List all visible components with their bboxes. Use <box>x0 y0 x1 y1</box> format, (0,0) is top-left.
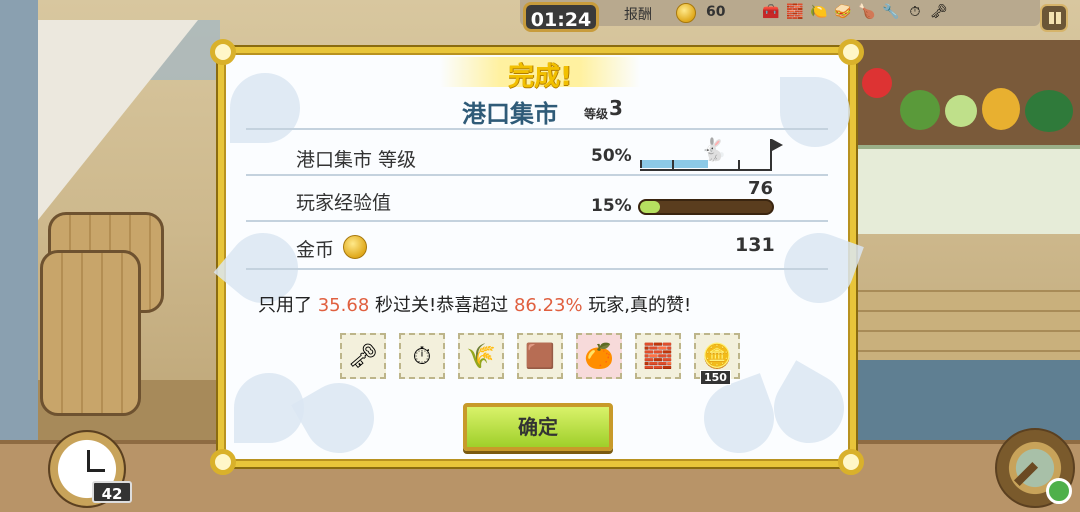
leaf-ornament <box>694 373 784 463</box>
coin-icon <box>676 3 696 23</box>
harbor-water <box>855 360 1080 440</box>
stall-cloth <box>855 145 1080 234</box>
brick-wall <box>855 290 1080 370</box>
message-text: 玩家,真的赞! <box>582 295 692 316</box>
progress-tick <box>738 160 740 169</box>
fruit-icon: 🍊 <box>576 333 622 379</box>
row-divider <box>246 174 828 176</box>
player-xp-value: 76 <box>748 178 774 199</box>
confirm-button[interactable]: 确定 <box>463 403 613 451</box>
brick-icon: 🧱 <box>635 333 681 379</box>
stopwatch-icon: ⏱ <box>909 4 921 20</box>
row-divider <box>246 128 828 130</box>
gold-coins-count: 150 <box>700 370 731 385</box>
market-level-progress <box>640 160 708 168</box>
gold-coins-glyph: 🪙 <box>702 342 732 370</box>
message-text: 秒过关!恭喜超过 <box>369 295 514 316</box>
key-icon: 🗝 <box>930 4 948 20</box>
rabbit-marker-icon: 🐇 <box>700 138 728 163</box>
leaf-ornament <box>761 360 857 456</box>
gold-coins-icon: 🪙 150 <box>694 333 740 385</box>
sail-canvas <box>38 20 198 220</box>
leaf-ornament <box>230 73 300 143</box>
clear-time: 35.68 <box>317 295 370 316</box>
bananas <box>982 88 1020 130</box>
gold-label: 金币 <box>296 239 335 261</box>
level-timer: 01:24 <box>523 2 599 32</box>
reward-item-list: 🗝 ⏱ 🌾 🟫 🍊 🧱 🪙 150 <box>340 333 740 385</box>
hud-item-list: 🧰 🧱 🍋 🥪 🍗 🔧 ⏱ 🗝 <box>760 3 950 21</box>
leaf-ornament <box>291 370 387 466</box>
hint-ready-indicator <box>1046 478 1072 504</box>
leaf-ornament <box>780 77 850 147</box>
corner-ornament <box>838 39 864 65</box>
location-level-label: 等级 <box>584 107 609 121</box>
tomatoes <box>862 68 892 98</box>
player-xp-fill <box>640 201 660 213</box>
key-icon: 🗝 <box>340 333 386 379</box>
clock-hand-icon <box>87 469 105 472</box>
corner-ornament <box>210 39 236 65</box>
market-level-percent: 50% <box>591 146 632 166</box>
reward-value: 60 <box>706 4 726 20</box>
player-xp-label: 玩家经验值 <box>296 192 392 214</box>
wrench-icon: 🔧 <box>882 4 900 20</box>
lemon-icon: 🍋 <box>810 4 828 20</box>
barrel <box>40 250 141 416</box>
cabbage <box>945 95 977 127</box>
toolbox-icon: 🧰 <box>762 4 780 20</box>
message-text: 只用了 <box>258 295 318 316</box>
watermelons <box>1025 90 1073 132</box>
corner-ornament <box>210 449 236 475</box>
clock-hint-count: 42 <box>92 481 132 503</box>
leather-icon: 🟫 <box>517 333 563 379</box>
reward-label: 报酬 <box>624 7 652 23</box>
complete-title: 完成! <box>508 62 572 92</box>
goal-flag-icon <box>772 139 783 151</box>
market-level-label: 港口集市 等级 <box>296 149 417 171</box>
brick-icon: 🧱 <box>786 4 804 20</box>
corner-ornament <box>838 449 864 475</box>
food-icon: 🥪 <box>834 4 852 20</box>
player-xp-percent: 15% <box>591 196 632 216</box>
row-divider <box>246 268 828 270</box>
cucumbers <box>900 90 940 130</box>
row-divider <box>246 220 828 222</box>
left-wall <box>0 0 38 512</box>
progress-tick <box>672 160 674 169</box>
pause-button[interactable] <box>1040 4 1068 32</box>
gold-value: 131 <box>735 234 775 256</box>
gold-coin-icon <box>343 235 367 259</box>
beat-percent: 86.23% <box>513 295 583 316</box>
player-xp-bar <box>638 199 774 215</box>
pocket-watch-icon: ⏱ <box>399 333 445 379</box>
location-name: 港口集市 <box>462 100 558 128</box>
drumstick-icon: 🍗 <box>858 4 876 20</box>
wheat-icon: 🌾 <box>458 333 504 379</box>
location-level-value: 3 <box>609 96 623 120</box>
completion-message: 只用了 35.68 秒过关!恭喜超过 86.23% 玩家,真的赞! <box>258 291 691 317</box>
